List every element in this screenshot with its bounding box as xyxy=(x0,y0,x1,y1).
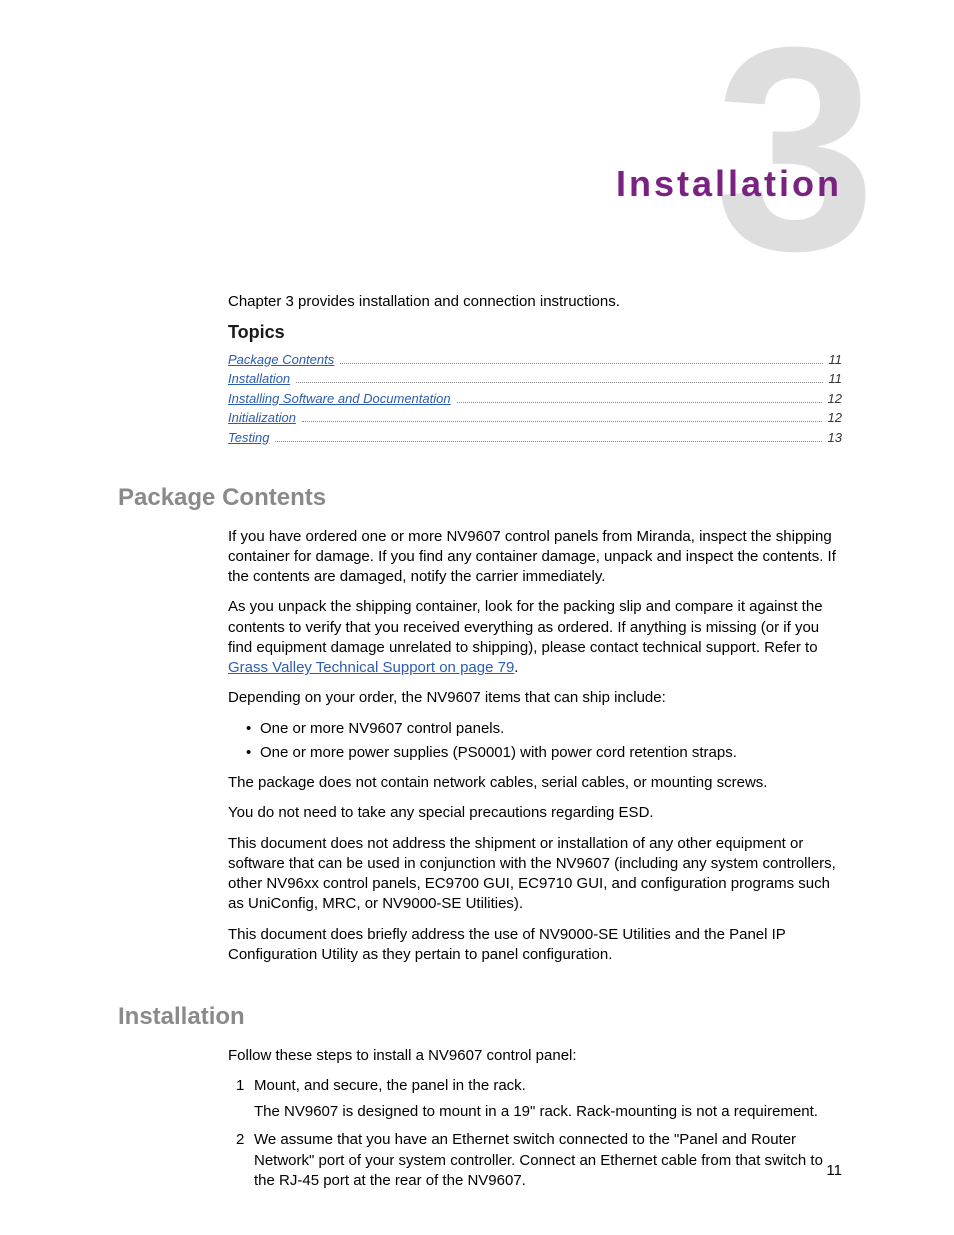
toc-row: Package Contents 11 xyxy=(228,351,842,369)
step-subtext: The NV9607 is designed to mount in a 19"… xyxy=(254,1102,842,1122)
section-heading-installation: Installation xyxy=(118,1001,842,1033)
toc-link-testing[interactable]: Testing xyxy=(228,429,269,447)
toc-page: 11 xyxy=(829,370,843,388)
paragraph: You do not need to take any special prec… xyxy=(228,803,842,823)
chapter-header: 3 Installation xyxy=(118,62,842,272)
paragraph: This document does briefly address the u… xyxy=(228,925,842,966)
paragraph: This document does not address the shipm… xyxy=(228,834,842,915)
toc-page: 11 xyxy=(829,351,843,369)
toc-row: Initialization 12 xyxy=(228,409,842,427)
toc-link-installation[interactable]: Installation xyxy=(228,370,290,388)
step-list: 1 Mount, and secure, the panel in the ra… xyxy=(232,1076,842,1191)
toc-row: Installing Software and Documentation 12 xyxy=(228,390,842,408)
list-item: 1 Mount, and secure, the panel in the ra… xyxy=(232,1076,842,1123)
section-body: Follow these steps to install a NV9607 c… xyxy=(228,1046,842,1192)
toc-link-package-contents[interactable]: Package Contents xyxy=(228,351,334,369)
topics-heading: Topics xyxy=(228,320,842,344)
section-body: If you have ordered one or more NV9607 c… xyxy=(228,527,842,966)
toc-row: Testing 13 xyxy=(228,429,842,447)
toc-page: 13 xyxy=(828,429,842,447)
section-heading-package-contents: Package Contents xyxy=(118,482,842,514)
toc-page: 12 xyxy=(828,409,842,427)
toc-dots xyxy=(302,412,822,422)
step-text: We assume that you have an Ethernet swit… xyxy=(254,1131,823,1189)
toc-dots xyxy=(275,431,821,441)
chapter-number-bg: 3 xyxy=(715,4,866,294)
chapter-title: Installation xyxy=(616,160,842,209)
list-item: One or more NV9607 control panels. xyxy=(246,719,842,739)
list-item: 2 We assume that you have an Ethernet sw… xyxy=(232,1130,842,1191)
paragraph: Follow these steps to install a NV9607 c… xyxy=(228,1046,842,1066)
paragraph: If you have ordered one or more NV9607 c… xyxy=(228,527,842,588)
toc-page: 12 xyxy=(828,390,842,408)
toc-dots xyxy=(340,353,822,363)
toc-link-initialization[interactable]: Initialization xyxy=(228,409,296,427)
page-number: 11 xyxy=(826,1161,842,1181)
step-text: Mount, and secure, the panel in the rack… xyxy=(254,1077,526,1094)
step-number: 2 xyxy=(236,1130,244,1150)
paragraph: As you unpack the shipping container, lo… xyxy=(228,597,842,678)
link-tech-support[interactable]: Grass Valley Technical Support on page 7… xyxy=(228,659,514,676)
toc-link-installing-software[interactable]: Installing Software and Documentation xyxy=(228,390,451,408)
text-run: As you unpack the shipping container, lo… xyxy=(228,598,823,656)
toc-dots xyxy=(296,373,822,383)
paragraph: Depending on your order, the NV9607 item… xyxy=(228,688,842,708)
document-page: 3 Installation Chapter 3 provides instal… xyxy=(0,0,954,1235)
toc-dots xyxy=(457,392,822,402)
step-number: 1 xyxy=(236,1076,244,1096)
list-item: One or more power supplies (PS0001) with… xyxy=(246,743,842,763)
text-run: . xyxy=(514,659,518,676)
bullet-list: One or more NV9607 control panels. One o… xyxy=(246,719,842,764)
paragraph: The package does not contain network cab… xyxy=(228,773,842,793)
topics-toc: Package Contents 11 Installation 11 Inst… xyxy=(228,351,842,447)
toc-row: Installation 11 xyxy=(228,370,842,388)
